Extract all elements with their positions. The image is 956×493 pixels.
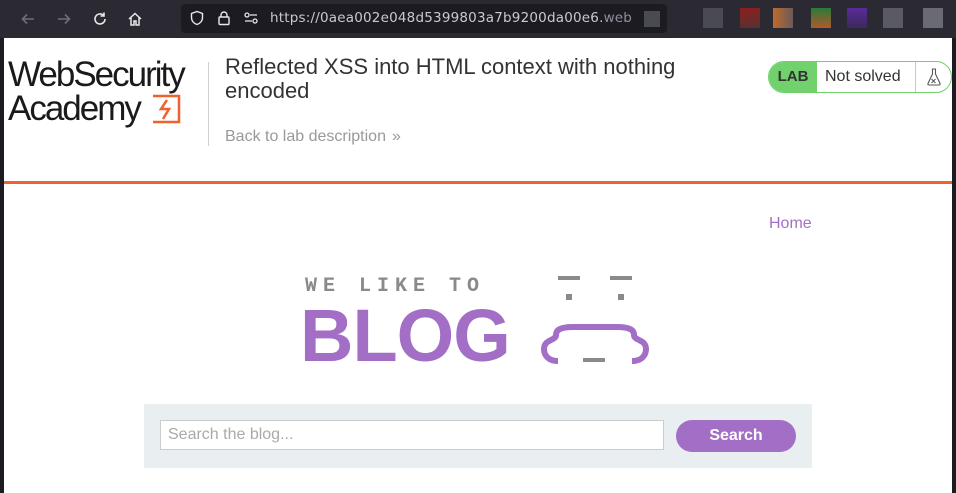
- page: WebSecurity Academy Reflected XSS into H…: [4, 38, 952, 493]
- extension-icon[interactable]: [883, 8, 903, 28]
- back-to-description-link[interactable]: Back to lab description»: [225, 128, 401, 146]
- chevron-right-icon: »: [391, 128, 401, 145]
- search-section: Search: [144, 404, 812, 468]
- extension-icon[interactable]: [847, 8, 867, 28]
- shield-icon[interactable]: [189, 10, 205, 26]
- lab-status: Not solved: [825, 68, 901, 85]
- lock-icon[interactable]: [216, 10, 232, 26]
- lab-header: WebSecurity Academy Reflected XSS into H…: [4, 38, 952, 183]
- home-icon[interactable]: [123, 7, 147, 31]
- reload-icon[interactable]: [88, 7, 112, 31]
- logo-line-2: Academy: [8, 91, 184, 126]
- extension-icon[interactable]: [923, 8, 943, 28]
- extension-icon[interactable]: [773, 8, 793, 28]
- permissions-icon[interactable]: [243, 10, 259, 26]
- pixelated-icon: [644, 11, 660, 27]
- blog-logo: WE LIKE TO BLOG: [300, 275, 650, 368]
- logo-big-text: BLOG: [300, 294, 510, 368]
- browser-toolbar: https://0aea002e048d5399803a7b9200da00e6…: [0, 0, 956, 38]
- back-icon[interactable]: [16, 7, 40, 31]
- forward-icon[interactable]: [52, 7, 76, 31]
- header-divider: [208, 62, 209, 146]
- url-bar[interactable]: https://0aea002e048d5399803a7b9200da00e6…: [181, 4, 667, 33]
- extension-icon[interactable]: [703, 8, 723, 28]
- logo-line-1: WebSecurity: [8, 55, 186, 94]
- search-input[interactable]: [160, 420, 664, 450]
- header-divider-line: [4, 181, 952, 184]
- search-button[interactable]: Search: [676, 420, 796, 452]
- lab-label: LAB: [769, 62, 817, 92]
- lightning-bolt-icon: [152, 94, 180, 124]
- web-security-academy-logo[interactable]: WebSecurity Academy: [8, 55, 186, 126]
- url-text[interactable]: https://0aea002e048d5399803a7b9200da00e6…: [270, 10, 632, 26]
- face-icon: [540, 276, 650, 364]
- lab-status-badge: LAB Not solved: [768, 61, 952, 93]
- flask-icon: [915, 62, 951, 92]
- home-link[interactable]: Home: [769, 215, 812, 233]
- extension-icon[interactable]: [740, 8, 760, 28]
- extension-icon[interactable]: [811, 8, 831, 28]
- lab-title: Reflected XSS into HTML context with not…: [225, 54, 676, 103]
